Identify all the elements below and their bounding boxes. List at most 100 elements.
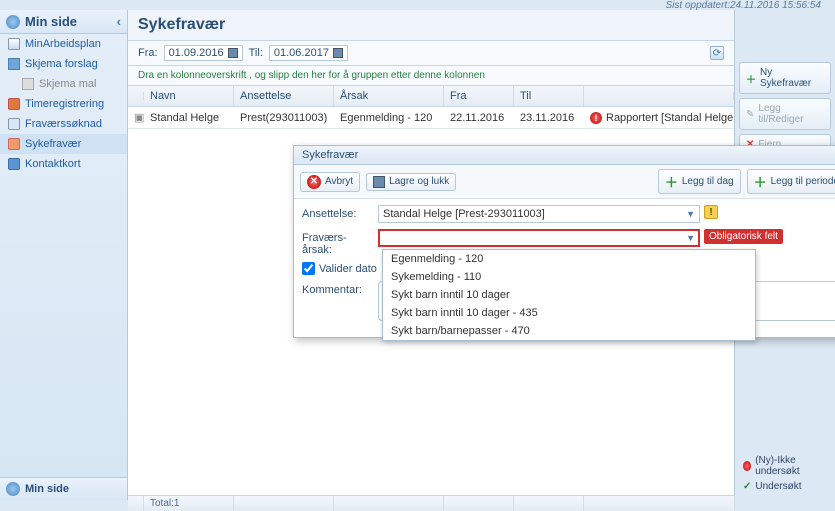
legend-checked: Undersøkt <box>755 481 801 492</box>
validate-date-input[interactable] <box>302 262 315 275</box>
sidebar-footer-label: Min side <box>25 483 69 495</box>
nav-label: Skjema mal <box>39 78 96 90</box>
cell-arsak: Egenmelding - 120 <box>334 108 444 128</box>
employment-value: Standal Helge [Prest-293011003] <box>383 208 545 220</box>
template-icon <box>22 78 34 90</box>
cell-ansettelse: Prest(293011003) <box>234 108 334 128</box>
chevron-down-icon: ▼ <box>686 233 695 243</box>
dialog-title: Sykefravær <box>294 146 835 165</box>
calendar-icon <box>8 38 20 50</box>
sidebar-item-kontaktkort[interactable]: Kontaktkort <box>0 154 127 174</box>
nav-label: Kontaktkort <box>25 158 81 170</box>
chevron-down-icon: ▼ <box>686 209 695 219</box>
footer-total: Total:1 <box>144 496 234 511</box>
grid-header: Navn Ansettelse Årsak Fra Til <box>128 85 734 107</box>
refresh-button[interactable]: ⟳ <box>710 46 724 60</box>
to-label: Til: <box>249 47 263 59</box>
from-date-field[interactable]: 01.09.2016 <box>164 45 243 61</box>
col-ansettelse[interactable]: Ansettelse <box>234 86 334 106</box>
page-title: Sykefravær <box>128 10 734 41</box>
alert-icon <box>743 461 751 471</box>
main: Sykefravær Fra: 01.09.2016 Til: 01.06.20… <box>128 10 735 500</box>
sidebar-item-sykefravaer[interactable]: Sykefravær <box>0 134 127 154</box>
table-row[interactable]: ▣ Standal Helge Prest(293011003) Egenmel… <box>128 107 734 129</box>
close-icon: ✕ <box>307 175 321 189</box>
sidebar-item-skjema-mal[interactable]: Skjema mal <box>0 74 127 94</box>
from-label: Fra: <box>138 47 158 59</box>
sidebar-collapse[interactable]: ‹ <box>117 14 121 29</box>
date-filter-bar: Fra: 01.09.2016 Til: 01.06.2017 ⟳ <box>128 41 734 66</box>
save-close-button[interactable]: Lagre og lukk <box>366 173 456 191</box>
sidebar: Min side ‹ MinArbeidsplan Skjema forslag… <box>0 10 128 500</box>
employment-label: Ansettelse: <box>302 205 374 220</box>
reason-option[interactable]: Sykt barn inntil 10 dager <box>383 286 755 304</box>
form-icon <box>8 58 20 70</box>
globe-icon <box>6 15 20 29</box>
plus-icon: ＋ <box>665 172 678 191</box>
reason-option[interactable]: Sykt barn inntil 10 dager - 435 <box>383 304 755 322</box>
sick-icon <box>8 138 20 150</box>
legend: (Ny)-Ikke undersøkt ✓ Undersøkt <box>739 451 831 496</box>
col-fra[interactable]: Fra <box>444 86 514 106</box>
reason-option[interactable]: Sykt barn/barnepasser - 470 <box>383 322 755 340</box>
leave-icon <box>8 118 20 130</box>
edit-label: Legg til/Rediger <box>758 103 824 125</box>
calendar-icon[interactable] <box>228 48 238 58</box>
col-navn[interactable]: Navn <box>144 86 234 106</box>
globe-icon <box>6 482 20 496</box>
sidebar-footer[interactable]: Min side <box>0 477 127 500</box>
reason-select[interactable]: ▼ <box>378 229 700 247</box>
col-til[interactable]: Til <box>514 86 584 106</box>
sidebar-item-arbeidsplan[interactable]: MinArbeidsplan <box>0 34 127 54</box>
new-label: Ny Sykefravær <box>760 67 824 89</box>
group-drag-hint: Dra en kolonneoverskrift , og slipp den … <box>128 66 734 85</box>
cancel-label: Avbryt <box>325 176 353 187</box>
required-badge: Obligatorisk felt <box>704 229 783 244</box>
nav-label: MinArbeidsplan <box>25 38 101 50</box>
alert-icon: ! <box>590 112 602 124</box>
reason-option[interactable]: Sykemelding - 110 <box>383 268 755 286</box>
validate-date-checkbox[interactable]: Valider dato <box>302 262 377 275</box>
nav-label: Timeregistrering <box>25 98 104 110</box>
col-status[interactable] <box>584 92 734 100</box>
add-day-button[interactable]: ＋ Legg til dag <box>658 169 741 194</box>
cell-fra: 22.11.2016 <box>444 108 514 128</box>
clock-icon <box>8 98 20 110</box>
grid-footer: Total:1 <box>128 495 735 511</box>
sidebar-item-skjema-forslag[interactable]: Skjema forslag <box>0 54 127 74</box>
sidebar-item-fravaerssoknad[interactable]: Fraværssøknad <box>0 114 127 134</box>
to-date-value: 01.06.2017 <box>274 47 329 59</box>
reason-option[interactable]: Egenmelding - 120 <box>383 250 755 268</box>
to-date-field[interactable]: 01.06.2017 <box>269 45 348 61</box>
add-period-button[interactable]: ＋ Legg til periode <box>747 169 835 194</box>
add-day-label: Legg til dag <box>682 176 734 187</box>
legend-not-checked: (Ny)-Ikke undersøkt <box>755 455 827 477</box>
sidebar-item-timeregistrering[interactable]: Timeregistrering <box>0 94 127 114</box>
calendar-icon[interactable] <box>333 48 343 58</box>
new-absence-button[interactable]: ＋ Ny Sykefravær <box>739 62 831 94</box>
pencil-icon: ✎ <box>746 109 754 120</box>
cancel-button[interactable]: ✕ Avbryt <box>300 172 360 192</box>
expand-row[interactable]: ▣ <box>128 107 144 128</box>
nav-label: Sykefravær <box>25 138 81 150</box>
employment-select[interactable]: Standal Helge [Prest-293011003] ▼ <box>378 205 700 223</box>
dialog-toolbar: ✕ Avbryt Lagre og lukk ＋ Legg til dag ＋ … <box>294 165 835 199</box>
plus-icon: ＋ <box>754 172 767 191</box>
nav-label: Fraværssøknad <box>25 118 102 130</box>
sidebar-title: Min side <box>25 14 77 29</box>
absence-grid: Navn Ansettelse Årsak Fra Til ▣ Standal … <box>128 85 734 129</box>
comment-label: Kommentar: <box>302 281 374 296</box>
reason-dropdown[interactable]: Egenmelding - 120 Sykemelding - 110 Sykt… <box>382 249 756 341</box>
plus-icon: ＋ <box>746 71 756 86</box>
from-date-value: 01.09.2016 <box>169 47 224 59</box>
cell-til: 23.11.2016 <box>514 108 584 128</box>
add-period-label: Legg til periode <box>771 176 835 187</box>
cell-status: Rapportert [Standal Helge - 23.11.2016 1… <box>606 112 734 124</box>
contact-icon <box>8 158 20 170</box>
col-arsak[interactable]: Årsak <box>334 86 444 106</box>
save-label: Lagre og lukk <box>389 176 449 187</box>
reason-label: Fraværs-årsak: <box>302 229 374 256</box>
edit-button[interactable]: ✎ Legg til/Rediger <box>739 98 831 130</box>
check-icon: ✓ <box>743 481 751 492</box>
sykefravaer-dialog: Sykefravær ✕ Avbryt Lagre og lukk ＋ Legg… <box>293 145 835 338</box>
